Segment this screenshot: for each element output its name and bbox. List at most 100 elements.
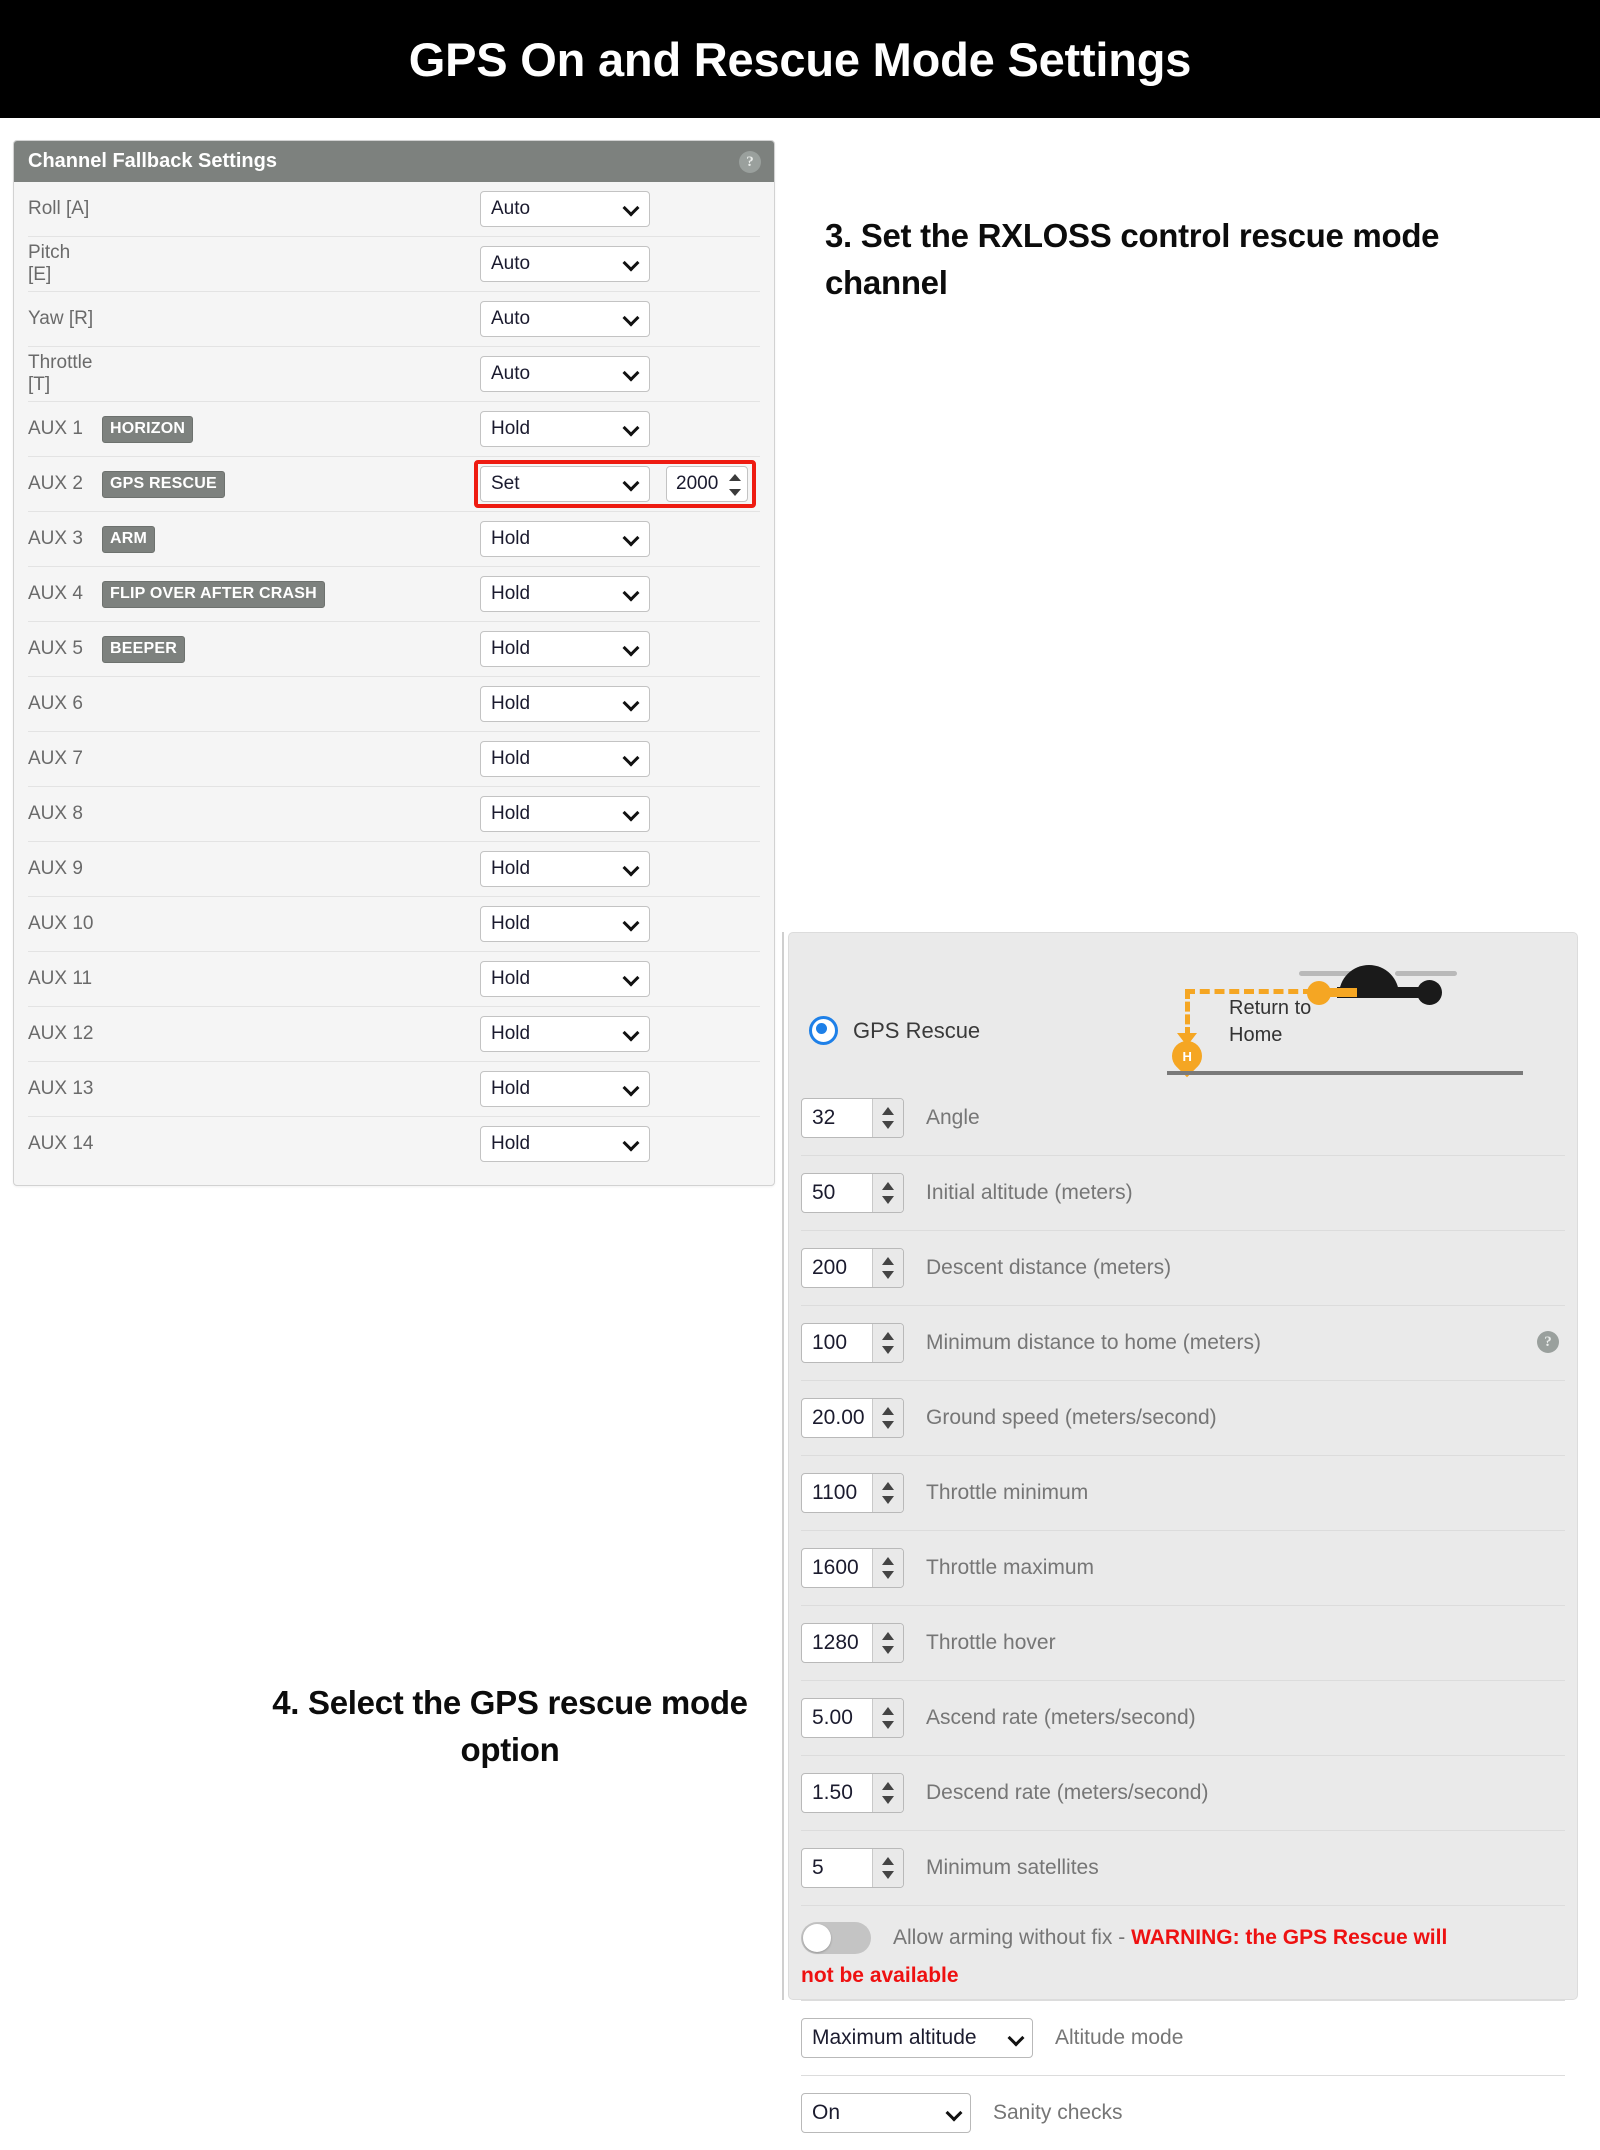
fallback-mode-select[interactable]: Auto [480,246,650,282]
propeller-right-icon [1395,971,1457,976]
fallback-row: AUX 5 BEEPER Hold [28,622,760,677]
fallback-channel-label: AUX 9 [28,858,83,879]
fallback-mode-select[interactable]: Hold [480,741,650,777]
gps-setting-label: Descend rate (meters/second) [926,1781,1209,1804]
fallback-mode-select[interactable]: Auto [480,301,650,337]
gps-panel-header: GPS Rescue H Return to Home [789,933,1577,1081]
fallback-mode-select[interactable]: Hold [480,851,650,887]
fallback-mode-select[interactable]: Hold [480,1071,650,1107]
stepper-icon[interactable] [872,1099,903,1137]
fallback-mode-select[interactable]: Hold [480,1126,650,1162]
gps-setting-input[interactable]: 32 [801,1098,904,1138]
fallback-row: Throttle [T] Auto [28,347,760,402]
stepper-icon[interactable] [872,1624,903,1662]
gps-setting-label: Minimum satellites [926,1856,1099,1879]
fallback-mode-select[interactable]: Hold [480,576,650,612]
help-icon[interactable]: ? [739,151,761,173]
fallback-row: AUX 4 FLIP OVER AFTER CRASH Hold [28,567,760,622]
stepper-icon[interactable] [872,1849,903,1887]
step-4-instruction: 4. Select the GPS rescue mode option [272,1684,748,1768]
gps-setting-input[interactable]: 5.00 [801,1698,904,1738]
stepper-icon[interactable] [872,1774,903,1812]
fallback-row: Roll [A] Auto [28,182,760,237]
gps-setting-value: 5 [812,1856,824,1879]
chevron-down-icon [624,200,639,215]
fallback-mode-select[interactable]: Hold [480,1016,650,1052]
fallback-mode-select[interactable]: Hold [480,686,650,722]
stepper-icon[interactable] [872,1699,903,1737]
stepper-icon[interactable] [872,1549,903,1587]
gps-setting-value: 1100 [812,1481,858,1504]
altitude-mode-select[interactable]: Maximum altitude [801,2018,1033,2058]
fallback-mode-badge: FLIP OVER AFTER CRASH [102,580,325,608]
chevron-down-icon [624,585,639,600]
gps-setting-input[interactable]: 1600 [801,1548,904,1588]
gps-setting-input[interactable]: 1.50 [801,1773,904,1813]
chevron-down-icon [624,420,639,435]
gps-setting-row: 1.50 Descend rate (meters/second) [801,1756,1565,1831]
sanity-checks-row: On Sanity checks [801,2076,1565,2150]
gps-setting-row: 20.00 Ground speed (meters/second) [801,1381,1565,1456]
fallback-mode-value: Hold [491,913,531,934]
return-to-home-illustration: H Return to Home [1165,947,1547,1078]
gps-setting-input[interactable]: 5 [801,1848,904,1888]
fallback-mode-badge: GPS RESCUE [102,470,225,498]
stepper-icon[interactable] [872,1249,903,1287]
fallback-mode-badge: BEEPER [102,635,185,663]
fallback-mode-select[interactable]: Hold [480,411,650,447]
fallback-mode-select[interactable]: Auto [480,191,650,227]
highlight-box [474,460,756,508]
fallback-row: AUX 13 Hold [28,1062,760,1117]
gps-setting-input[interactable]: 1280 [801,1623,904,1663]
gps-setting-input[interactable]: 100 [801,1323,904,1363]
gps-setting-input[interactable]: 1100 [801,1473,904,1513]
gps-setting-row: 50 Initial altitude (meters) [801,1156,1565,1231]
fallback-channel-label: Throttle [T] [28,352,93,395]
gps-setting-input[interactable]: 20.00 [801,1398,904,1438]
chevron-down-icon [624,310,639,325]
fallback-mode-select[interactable]: Hold [480,796,650,832]
fallback-mode-select[interactable]: Auto [480,356,650,392]
chevron-down-icon [624,915,639,930]
stepper-icon[interactable] [872,1324,903,1362]
gps-setting-label: Minimum distance to home (meters) [926,1331,1261,1354]
fallback-mode-select[interactable]: Hold [480,906,650,942]
help-icon[interactable]: ? [1537,1331,1559,1353]
fallback-channel-label: Yaw [R] [28,308,94,329]
fallback-mode-value: Hold [491,748,531,769]
fallback-mode-value: Auto [491,198,531,219]
fallback-mode-value: Hold [491,968,531,989]
fallback-channel-label: AUX 5 [28,638,83,659]
fallback-row: Yaw [R] Auto [28,292,760,347]
channel-fallback-panel: Channel Fallback Settings ? Roll [A] Auto… [13,140,775,1186]
gps-rescue-mode-option[interactable]: GPS Rescue [809,1016,980,1045]
stepper-icon[interactable] [872,1474,903,1512]
gps-setting-row: 200 Descent distance (meters) [801,1231,1565,1306]
fallback-mode-value: Hold [491,1133,531,1154]
allow-arming-toggle[interactable] [801,1922,871,1954]
fallback-mode-value: Hold [491,418,531,439]
gps-setting-input[interactable]: 200 [801,1248,904,1288]
radio-icon[interactable] [809,1016,838,1045]
gps-setting-input[interactable]: 50 [801,1173,904,1213]
fallback-row: AUX 14 Hold [28,1117,760,1171]
gps-setting-value: 100 [812,1331,848,1354]
fallback-channel-label: AUX 10 [28,913,94,934]
fallback-channel-label: AUX 6 [28,693,83,714]
fallback-channel-label: AUX 8 [28,803,83,824]
gps-setting-value: 1.50 [812,1781,853,1804]
fallback-mode-select[interactable]: Hold [480,961,650,997]
stepper-icon[interactable] [872,1399,903,1437]
fallback-mode-value: Auto [491,308,531,329]
gps-setting-label: Throttle minimum [926,1481,1089,1504]
gps-setting-label: Throttle maximum [926,1556,1095,1579]
sanity-checks-select[interactable]: On [801,2093,971,2133]
fallback-mode-value: Hold [491,858,531,879]
fallback-mode-select[interactable]: Hold [480,631,650,667]
fallback-mode-select[interactable]: Hold [480,521,650,557]
stepper-icon[interactable] [872,1174,903,1212]
gps-setting-label: Ground speed (meters/second) [926,1406,1217,1429]
gps-setting-label: Angle [926,1106,980,1129]
gps-setting-row: 32 Angle [801,1081,1565,1156]
panel-header: Channel Fallback Settings ? [14,141,774,182]
